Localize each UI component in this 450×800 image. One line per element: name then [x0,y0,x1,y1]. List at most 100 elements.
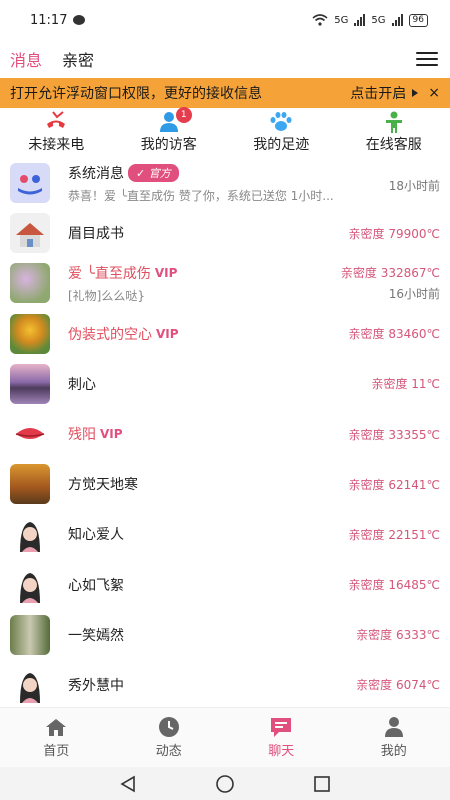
message-time: 18小时前 [388,178,440,193]
wifi-icon [312,14,328,26]
quick-actions: 未接来电 1 我的访客 我的足迹 在线客服 [0,106,450,156]
contact-name: 心如飞絮 [68,577,124,594]
open-permission-button[interactable]: 点击开启 [350,83,419,103]
network-type-2: 5G [371,14,386,26]
customer-service-button[interactable]: 在线客服 [349,111,439,154]
intimacy-value: 亲密度 22151℃ [348,527,440,542]
system-nav-bar [0,767,450,800]
contact-name: 伪装式的空心 [68,326,152,343]
list-item[interactable]: 一笑嫣然 亲密度 6333℃ [0,610,450,660]
message-list: 系统消息 ✓ 官方 恭喜！爱 ╰直至成伤 赞了你，系统已送您 1小时... 18… [0,158,450,710]
permission-banner: 打开允许浮动窗口权限，更好的接收信息 点击开启 × [0,78,450,108]
vip-badge: VIP [156,326,179,341]
avatar [10,614,50,655]
chat-icon [269,716,293,738]
clock-icon [158,716,180,738]
nav-chat-label: 聊天 [268,744,295,759]
footprints-label: 我的足迹 [253,136,310,153]
signal-icon [391,14,403,26]
missed-call-icon [44,110,68,133]
message-time: 16小时前 [388,287,440,302]
list-item[interactable]: 眉目成书 亲密度 79900℃ [0,208,450,258]
intimacy-value: 亲密度 16485℃ [348,578,440,593]
status-bar: 11:17 5G 5G 96 [0,0,450,40]
list-item[interactable]: 秀外慧中 亲密度 6074℃ [0,660,450,710]
list-item[interactable]: 心如飞絮 亲密度 16485℃ [0,560,450,610]
official-badge: ✓ 官方 [128,163,179,182]
list-item[interactable]: 残阳 VIP 亲密度 33355℃ [0,409,450,459]
contact-name: 残阳 [68,427,96,444]
list-item[interactable]: 刺心 亲密度 11℃ [0,359,450,409]
avatar [10,464,50,505]
paw-icon [269,111,293,133]
avatar [10,213,50,254]
contact-name: 系统消息 [68,165,124,182]
recent-apps-icon[interactable] [313,775,331,793]
list-item[interactable]: 系统消息 ✓ 官方 恭喜！爱 ╰直至成伤 赞了你，系统已送您 1小时... 18… [0,158,450,208]
avatar [10,363,50,404]
list-item[interactable]: 伪装式的空心 VIP 亲密度 83460℃ [0,309,450,359]
nav-home[interactable]: 首页 [0,708,113,767]
tab-messages[interactable]: 消息 [10,47,42,71]
intimacy-value: 亲密度 79900℃ [348,226,440,241]
home-circle-icon[interactable] [215,774,235,794]
missed-calls-button[interactable]: 未接来电 [11,110,101,154]
visitors-button[interactable]: 1 我的访客 [124,106,214,154]
vip-badge: VIP [154,265,178,280]
message-notification-icon [73,15,86,25]
nav-profile[interactable]: 我的 [338,708,450,767]
list-item[interactable]: 爱 ╰直至成伤 VIP [礼物]么么哒} 亲密度 332867℃ 16小时前 [0,258,450,308]
contact-name: 爱 ╰直至成伤 [68,265,151,282]
intimacy-value: 亲密度 83460℃ [348,327,440,342]
avatar [10,163,50,204]
intimacy-value: 亲密度 11℃ [371,377,440,392]
intimacy-value: 亲密度 33355℃ [348,427,440,442]
avatar [10,664,50,705]
contact-name: 一笑嫣然 [68,627,124,644]
avatar [10,564,50,605]
avatar [10,414,50,455]
avatar [10,313,50,354]
intimacy-value: 亲密度 62141℃ [348,477,440,492]
footprints-button[interactable]: 我的足迹 [236,111,326,154]
contact-name: 眉目成书 [68,226,124,243]
contact-name: 方觉天地寒 [68,477,138,494]
nav-moments-label: 动态 [155,744,182,759]
contact-name: 知心爱人 [68,527,124,544]
intimacy-value: 亲密度 6333℃ [356,628,440,643]
message-preview: [礼物]么么哒} [68,288,145,303]
customer-service-icon [383,111,405,133]
tab-intimacy[interactable]: 亲密 [62,47,94,71]
caret-right-icon [412,89,419,97]
home-icon [44,716,68,738]
signal-icon [354,14,366,26]
bottom-nav: 首页 动态 聊天 我的 [0,707,450,767]
avatar [10,514,50,555]
menu-icon[interactable] [416,52,438,66]
missed-calls-label: 未接来电 [28,136,85,153]
list-item[interactable]: 方觉天地寒 亲密度 62141℃ [0,459,450,509]
customer-service-label: 在线客服 [365,136,422,153]
top-bar: 消息 亲密 [0,40,450,78]
avatar [10,263,50,304]
battery-indicator: 96 [408,13,428,27]
nav-moments[interactable]: 动态 [113,708,226,767]
clock: 11:17 [30,12,68,28]
visitor-badge: 1 [175,106,192,123]
visitors-label: 我的访客 [140,136,197,153]
nav-chat[interactable]: 聊天 [225,708,338,767]
back-icon[interactable] [119,775,137,793]
intimacy-value: 亲密度 6074℃ [356,678,440,693]
network-type-1: 5G [334,14,349,26]
contact-name: 刺心 [68,376,96,393]
open-permission-label: 点击开启 [350,86,407,102]
nav-home-label: 首页 [43,744,70,759]
person-icon [383,716,405,738]
vip-badge: VIP [100,427,123,442]
list-item[interactable]: 知心爱人 亲密度 22151℃ [0,509,450,559]
contact-name: 秀外慧中 [68,677,124,694]
nav-profile-label: 我的 [380,744,407,759]
message-preview: 恭喜！爱 ╰直至成伤 赞了你，系统已送您 1小时... [68,188,334,203]
close-banner-button[interactable]: × [428,85,440,101]
intimacy-value: 亲密度 332867℃ [340,266,440,281]
